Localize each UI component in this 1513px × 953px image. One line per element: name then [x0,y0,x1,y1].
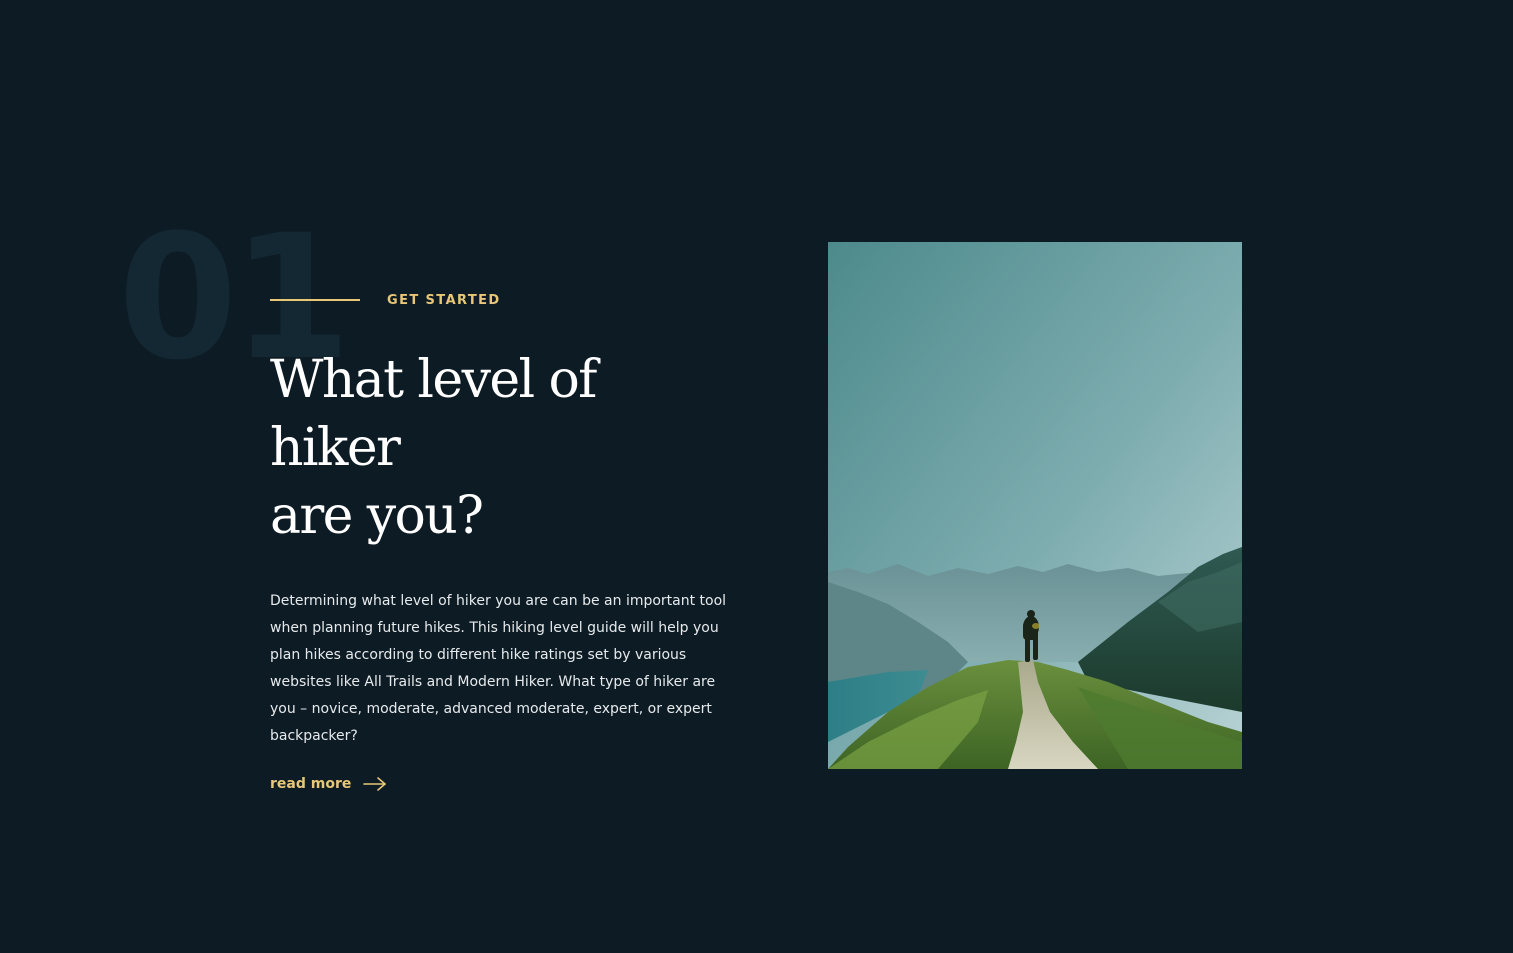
headline-line-1: What level of hiker [270,350,597,478]
eyebrow-label: GET STARTED [387,292,501,308]
arrow-right-icon [363,777,387,791]
body-paragraph: Determining what level of hiker you are … [270,593,727,744]
eyebrow-divider-line [270,299,360,301]
read-more-label: read more [270,776,352,792]
section-content: GET STARTED What level of hiker are you?… [270,284,740,793]
eyebrow: GET STARTED [270,284,740,316]
headline-line-2: are you? [270,486,484,546]
headline: What level of hiker are you? [270,346,740,550]
page: 01 GET STARTED What level of hiker are y… [0,0,1513,953]
hiker-on-mountain-ridge-photo [828,242,1242,769]
read-more-link[interactable]: read more [270,776,387,792]
